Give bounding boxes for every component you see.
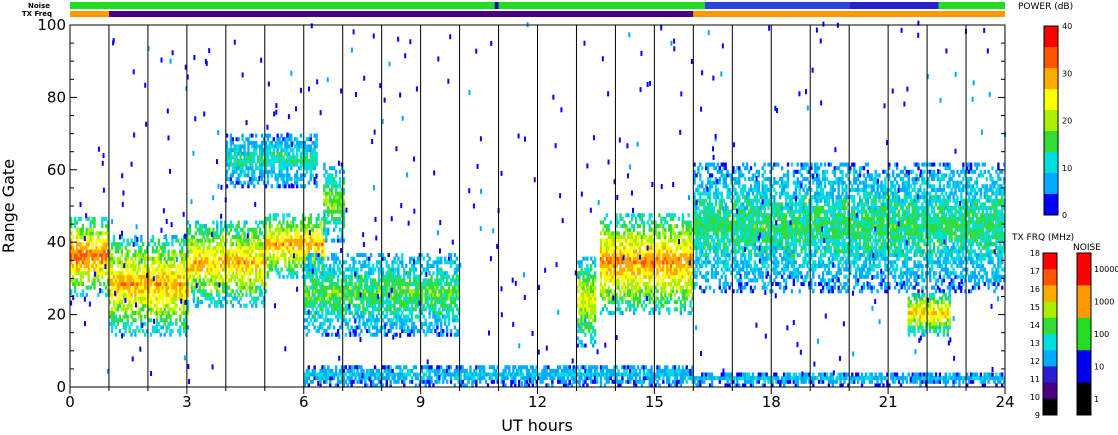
txfreq-tick-8: 17: [1030, 267, 1040, 276]
power-swatch-0: [1044, 26, 1058, 48]
noise-segment-3: [705, 2, 850, 9]
txfreq-tick-3: 12: [1030, 357, 1040, 366]
noise-segment-4: [849, 2, 939, 9]
noise-swatch-4: [1077, 382, 1091, 416]
power-tick-1: 10: [1062, 164, 1072, 173]
txfreq-swatch-5: [1043, 334, 1057, 351]
txfreq-swatch-6: [1043, 350, 1057, 367]
noise-tick-3: 1000: [1094, 298, 1114, 307]
noise-segment-0: [70, 2, 495, 9]
echo-region-7: [576, 256, 597, 348]
noise-tick-1: 10: [1094, 362, 1104, 371]
power-swatch-2: [1044, 68, 1058, 90]
y-tick-label-5: 100: [37, 16, 66, 34]
y-axis-title: Range Gate: [0, 159, 18, 253]
noise-segment-1: [494, 2, 499, 9]
txfreq-bar: [70, 11, 1005, 17]
power-swatch-1: [1044, 47, 1058, 69]
echo-region-0: [70, 216, 110, 297]
power-swatch-8: [1044, 194, 1058, 216]
x-tick-label-7: 21: [879, 393, 898, 411]
power-tick-4: 40: [1062, 22, 1072, 31]
noise-segment-2: [498, 2, 706, 9]
x-tick-label-4: 12: [528, 393, 547, 411]
txfreq-tick-6: 15: [1030, 303, 1040, 312]
x-tick-label-2: 6: [299, 393, 309, 411]
txfreq-swatch-8: [1043, 382, 1057, 400]
txfreq-tick-7: 16: [1030, 285, 1040, 294]
txfreq-segment-2: [693, 11, 1005, 17]
noise-bar: [70, 2, 1005, 9]
noise-swatch-2: [1077, 317, 1091, 351]
txfreq-swatch-9: [1043, 398, 1057, 416]
range-time-plot: Noise TX Freq 0 3 6 9 12 15 18 21 24 02040608010…: [0, 2, 1118, 435]
txfreq-tick-1: 10: [1030, 393, 1040, 402]
power-tick-2: 20: [1062, 117, 1072, 126]
x-tick-label-8: 24: [995, 393, 1014, 411]
echo-region-1: [108, 234, 190, 337]
x-axis: 0 3 6 9 12 15 18 21 24: [65, 387, 1015, 411]
power-swatch-3: [1044, 89, 1058, 111]
y-tick-label-0: 0: [56, 378, 66, 396]
noise-swatch-3: [1077, 350, 1091, 384]
y-tick-label-3: 60: [47, 161, 66, 179]
noise-colorbar-title: NOISE: [1073, 243, 1101, 253]
txfreq-swatch-4: [1043, 317, 1057, 335]
noise-swatch-1: [1077, 285, 1091, 319]
x-tick-label-0: 0: [65, 393, 75, 411]
power-tick-0: 0: [1062, 211, 1067, 220]
noise-tick-2: 100: [1094, 330, 1109, 339]
txfreq-segment-1: [108, 11, 694, 17]
power-colorbar: 0 10 20 30 40: [1043, 22, 1072, 220]
txfreq-swatch-7: [1043, 366, 1057, 384]
noise-bar-label: Noise: [28, 2, 50, 10]
txfreq-swatch-3: [1043, 301, 1057, 319]
x-tick-label-1: 3: [182, 393, 192, 411]
echo-region-4: [323, 162, 346, 243]
echo-region-2: [186, 220, 268, 308]
txfreq-tick-4: 13: [1030, 339, 1040, 348]
txfreq-tick-5: 14: [1030, 321, 1040, 330]
y-tick-label-2: 40: [47, 233, 66, 251]
power-swatch-5: [1044, 131, 1058, 153]
x-tick-label-6: 18: [762, 393, 781, 411]
power-swatch-7: [1044, 173, 1058, 195]
txfreq-swatch-1: [1043, 269, 1057, 286]
noise-swatch-0: [1077, 253, 1091, 286]
noise-colorbar: 1 10 100 1000 10000: [1076, 252, 1118, 416]
power-colorbar-title: POWER (dB): [1018, 2, 1073, 12]
txfreq-tick-9: 18: [1030, 249, 1040, 258]
txfreq-colorbar: 9 10 11 12 13 14 15 16 17 18: [1030, 249, 1058, 420]
x-tick-label-5: 15: [645, 393, 664, 411]
txfreq-segment-0: [70, 11, 109, 17]
noise-tick-0: 1: [1094, 395, 1099, 404]
y-tick-label-4: 80: [47, 88, 66, 106]
txfreq-swatch-2: [1043, 285, 1057, 303]
txfreq-colorbar-title: TX FRQ (MHz): [1011, 233, 1074, 243]
txfreq-tick-0: 9: [1035, 411, 1040, 420]
power-swatch-6: [1044, 152, 1058, 174]
txfreq-tick-2: 11: [1030, 375, 1040, 384]
x-axis-title: UT hours: [501, 416, 573, 435]
power-swatch-4: [1044, 110, 1058, 132]
x-tick-label-3: 9: [416, 393, 426, 411]
noise-tick-4: 10000: [1094, 265, 1118, 274]
y-tick-label-1: 20: [47, 306, 66, 324]
echo-region-10: [907, 292, 951, 337]
noise-segment-5: [938, 2, 1005, 9]
txfreq-swatch-0: [1043, 253, 1057, 270]
power-tick-3: 30: [1062, 69, 1072, 78]
